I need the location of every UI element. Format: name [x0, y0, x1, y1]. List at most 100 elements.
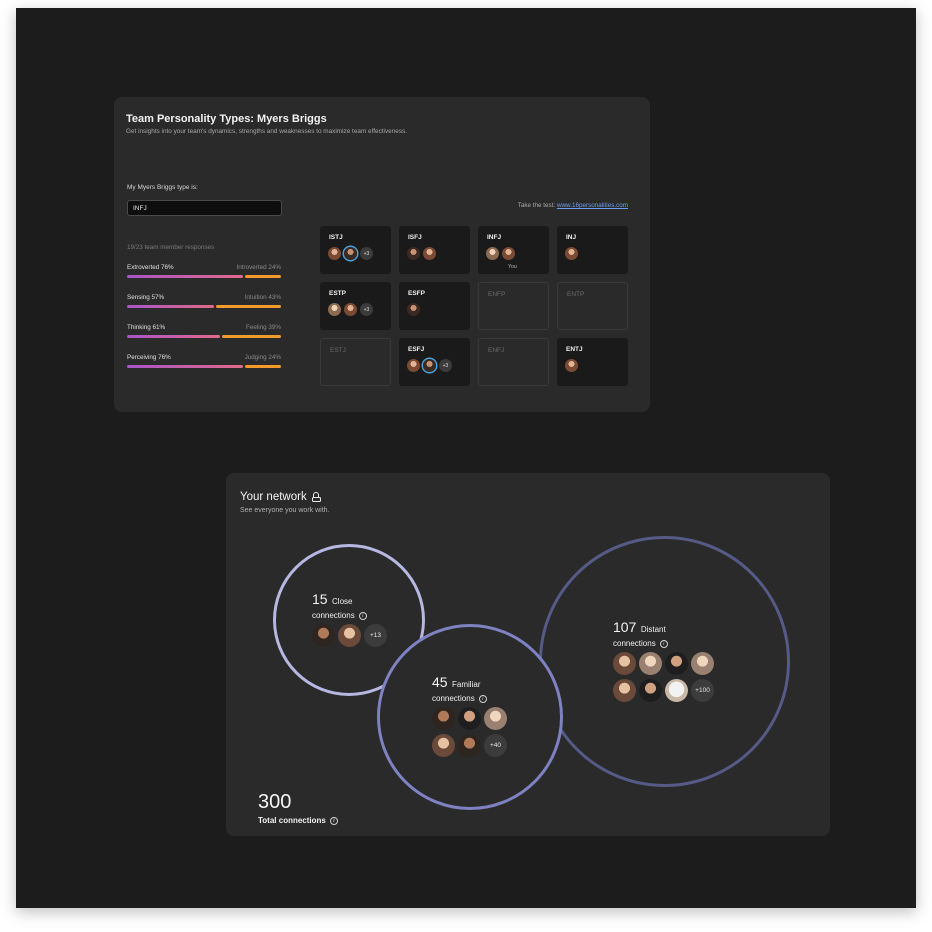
type-cell-estj[interactable]: ESTJ: [320, 338, 391, 386]
avatar: [423, 359, 436, 372]
avatar: [328, 247, 341, 260]
network-title: Your network: [240, 491, 321, 503]
type-cell-esfj[interactable]: ESFJ +3: [399, 338, 470, 386]
network-subtitle: See everyone you work with.: [240, 507, 330, 514]
trait-left-label: Perceiving 76%: [127, 354, 171, 361]
avatar: [344, 247, 357, 260]
avatar[interactable]: [458, 707, 481, 730]
take-test: Take the test: www.16personalities.com: [518, 202, 628, 209]
trait-perceiving: Perceiving 76% Judging 24%: [127, 354, 281, 374]
you-label: You: [508, 264, 517, 270]
type-cell-inj[interactable]: INJ: [557, 226, 628, 274]
avatar[interactable]: [312, 624, 335, 647]
trait-right-label: Introverted 24%: [236, 264, 281, 271]
myers-briggs-card: Team Personality Types: Myers Briggs Get…: [114, 97, 650, 412]
trait-bar-right: [221, 335, 281, 338]
avatar[interactable]: [432, 734, 455, 757]
total-count: 300: [258, 791, 292, 813]
info-icon[interactable]: i: [358, 611, 367, 620]
trait-extroverted: Extroverted 76% Introverted 24%: [127, 264, 281, 284]
distant-count: 107: [613, 619, 637, 635]
trait-right-label: Judging 24%: [244, 354, 281, 361]
info-icon[interactable]: i: [659, 639, 668, 648]
type-label: ENFJ: [488, 347, 505, 354]
familiar-connections: 45 Familiar connections i +40: [432, 674, 507, 757]
type-cell-enfp[interactable]: ENFP: [478, 282, 549, 330]
more-count[interactable]: +40: [484, 734, 507, 757]
network-card: Your network See everyone you work with.…: [226, 473, 830, 836]
type-label: INFJ: [487, 234, 502, 241]
trait-bar: [127, 305, 281, 308]
avatar[interactable]: [691, 652, 714, 675]
close-count: 15: [312, 591, 328, 607]
more-count: +3: [360, 303, 373, 316]
avatar: [565, 359, 578, 372]
avatar[interactable]: [665, 679, 688, 702]
type-cell-isfj[interactable]: ISFJ: [399, 226, 470, 274]
total-label: Total connections: [258, 816, 326, 825]
take-test-label: Take the test:: [517, 202, 557, 209]
test-link[interactable]: www.16personalities.com: [557, 202, 628, 209]
distant-connections: 107 Distant connections i +100: [613, 619, 714, 702]
trait-bar-left: [127, 275, 244, 278]
avatar[interactable]: [458, 734, 481, 757]
avatar: [407, 303, 420, 316]
close-word: Close: [332, 597, 353, 606]
my-type-input[interactable]: [127, 200, 282, 216]
avatar: [407, 359, 420, 372]
avatar[interactable]: [639, 652, 662, 675]
close-connections: 15 Close connections i +13: [312, 591, 387, 647]
myers-briggs-title: Team Personality Types: Myers Briggs: [126, 113, 327, 125]
my-type-label: My Myers Briggs type is:: [127, 184, 198, 191]
trait-bar-left: [127, 365, 244, 368]
trait-sensing: Sensing 57% Intuition 43%: [127, 294, 281, 314]
avatar[interactable]: [484, 707, 507, 730]
trait-bar-right: [215, 305, 281, 308]
canvas: Team Personality Types: Myers Briggs Get…: [16, 8, 916, 908]
type-cell-entp[interactable]: ENTP: [557, 282, 628, 330]
trait-thinking: Thinking 61% Feeling 39%: [127, 324, 281, 344]
avatar[interactable]: [338, 624, 361, 647]
responses-count: 19/23 team member responses: [127, 244, 215, 251]
avatar[interactable]: [665, 652, 688, 675]
type-label: ENFP: [488, 291, 506, 298]
info-icon[interactable]: i: [329, 816, 338, 825]
more-count[interactable]: +100: [691, 679, 714, 702]
trait-right-label: Feeling 39%: [245, 324, 281, 331]
avatar: [565, 247, 578, 260]
trait-bar-left: [127, 335, 220, 338]
type-label: ESFP: [408, 290, 425, 297]
type-cell-infj[interactable]: INFJ You: [478, 226, 549, 274]
avatar[interactable]: [639, 679, 662, 702]
more-count: +3: [439, 359, 452, 372]
avatar: [486, 247, 499, 260]
type-cell-istj[interactable]: ISTJ +3: [320, 226, 391, 274]
trait-right-label: Intuition 43%: [244, 294, 281, 301]
avatar[interactable]: [613, 652, 636, 675]
trait-left-label: Extroverted 76%: [127, 264, 174, 271]
type-label: ENTJ: [566, 346, 583, 353]
avatar: [502, 247, 515, 260]
avatar: [407, 247, 420, 260]
trait-bar: [127, 365, 281, 368]
personality-type-grid: ISTJ +3 ISFJ INFJ You INJ ESTP +3 ESFP E…: [320, 226, 628, 386]
myers-briggs-subtitle: Get insights into your team's dynamics, …: [126, 128, 407, 135]
type-cell-estp[interactable]: ESTP +3: [320, 282, 391, 330]
type-label: ESTP: [329, 290, 346, 297]
avatar[interactable]: [432, 707, 455, 730]
close-sub: connections: [312, 611, 355, 620]
avatar: [423, 247, 436, 260]
info-icon[interactable]: i: [478, 694, 487, 703]
trait-bar: [127, 275, 281, 278]
avatar[interactable]: [613, 679, 636, 702]
type-cell-esfp[interactable]: ESFP: [399, 282, 470, 330]
type-label: ISFJ: [408, 234, 422, 241]
trait-bar-right: [245, 365, 281, 368]
familiar-count: 45: [432, 674, 448, 690]
network-title-text: Your network: [240, 491, 307, 503]
distant-word: Distant: [640, 625, 666, 634]
type-cell-enfj[interactable]: ENFJ: [478, 338, 549, 386]
more-count[interactable]: +13: [364, 624, 387, 647]
trait-bar-left: [127, 305, 214, 308]
type-cell-entj[interactable]: ENTJ: [557, 338, 628, 386]
